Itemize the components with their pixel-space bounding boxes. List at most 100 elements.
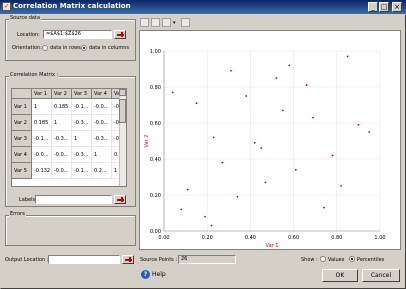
show-values-radio[interactable] <box>320 256 326 262</box>
matrix-cell[interactable]: -0.3... <box>92 131 112 147</box>
show-percentiles-label: Percentiles <box>357 257 385 263</box>
matrix-cell[interactable]: 0.185 <box>32 115 52 131</box>
location-input[interactable]: =$A$1:$Z$26 <box>43 30 112 39</box>
scatter-point <box>245 95 247 97</box>
matrix-cell[interactable]: -0.3... <box>72 115 92 131</box>
scatter-point <box>264 181 267 184</box>
matrix-cell[interactable]: -0.3... <box>72 147 92 163</box>
cancel-button[interactable]: Cancel <box>362 269 400 282</box>
help-button[interactable]: Help <box>152 271 166 278</box>
x-tick-label: 0.00 <box>158 235 169 241</box>
labels-picker-button[interactable] <box>114 195 126 204</box>
scatter-point <box>275 77 278 79</box>
scatter-point <box>281 109 284 112</box>
maximize-button[interactable]: □ <box>379 2 389 12</box>
scatter-point <box>195 102 198 105</box>
location-picker-button[interactable] <box>114 30 126 39</box>
matrix-row-header: Var 1 <box>12 99 32 115</box>
matrix-cell[interactable]: 1 <box>52 115 72 131</box>
close-button[interactable]: × <box>392 2 402 12</box>
scatter-point <box>340 185 343 187</box>
matrix-corner-header <box>12 89 32 99</box>
labels-input[interactable] <box>35 195 112 204</box>
matrix-cell[interactable]: -0.0... <box>92 115 112 131</box>
matrix-row-header: Var 2 <box>12 115 32 131</box>
x-tick-label: 0.40 <box>245 235 256 241</box>
x-tick-label: 0.60 <box>288 235 299 241</box>
matrix-cell[interactable]: -0.0... <box>52 147 72 163</box>
matrix-grid[interactable]: Var 1Var 2Var 3Var 4Var 5Var 110.185-0.1… <box>11 88 127 187</box>
scatter-point <box>305 84 308 87</box>
output-location-label: Output Location : <box>5 257 49 263</box>
scatter-plot-panel: 0.00 0.20 0.40 0.60 0.80 1.00 0.00 0.20 0.40 0.60… <box>139 30 401 250</box>
scatter-point <box>357 123 360 126</box>
scroll-up-arrow-icon[interactable] <box>119 89 126 96</box>
matrix-row-header: Var 4 <box>12 147 32 163</box>
edit-brush-icon[interactable] <box>162 18 171 27</box>
scatter-chart: 0.00 0.20 0.40 0.60 0.80 1.00 0.00 0.20 0.40 0.60… <box>144 49 386 249</box>
scatter-point <box>180 208 183 211</box>
matrix-cell[interactable]: -0.0... <box>32 147 52 163</box>
scatter-point <box>312 116 314 119</box>
scatter-point <box>322 206 325 209</box>
matrix-cell[interactable]: 0.185 <box>52 99 72 115</box>
ok-button[interactable]: OK <box>322 269 358 282</box>
y-tick-label: 0.60 <box>150 121 161 127</box>
scatter-point <box>210 224 213 227</box>
scatter-point <box>236 195 239 198</box>
source-points-label: Source Points : <box>140 257 178 263</box>
orientation-label: Orientation: <box>12 45 42 51</box>
scatter-point <box>288 64 291 67</box>
matrix-cell[interactable]: -0.1... <box>72 163 92 179</box>
scatter-point <box>221 161 224 164</box>
y-tick-label: 0.20 <box>150 193 161 199</box>
matrix-cell[interactable]: -0.1... <box>72 99 92 115</box>
dropdown-arrow-icon[interactable]: ▾ <box>173 20 176 26</box>
matrix-cell[interactable]: 1 <box>32 99 52 115</box>
show-values-label: Values <box>328 257 345 263</box>
scatter-point <box>260 147 263 150</box>
scatter-point <box>346 55 349 58</box>
print-icon[interactable] <box>151 18 160 27</box>
matrix-cell[interactable]: -0.3... <box>52 131 72 147</box>
matrix-column-header: Var 3 <box>72 89 92 99</box>
scatter-point <box>186 188 189 191</box>
output-location-picker-button[interactable] <box>122 255 134 264</box>
scatter-point <box>294 168 297 171</box>
source-points-value: 26 <box>178 255 236 264</box>
matrix-cell[interactable]: 1 <box>92 147 112 163</box>
matrix-row-header: Var 3 <box>12 131 32 147</box>
orientation-rows-radio[interactable] <box>42 45 48 51</box>
orientation-columns-radio[interactable] <box>81 45 87 51</box>
matrix-cell[interactable]: -0.0... <box>92 99 112 115</box>
orientation-rows-label: data in rows <box>50 45 81 51</box>
matrix-row-header: Var 5 <box>12 163 32 179</box>
matrix-cell[interactable]: -0.0... <box>52 163 72 179</box>
show-percentiles-radio[interactable] <box>349 256 355 262</box>
help-icon: ? <box>141 270 150 279</box>
matrix-column-header: Var 1 <box>32 89 52 99</box>
y-axis-label: Var 2 <box>144 135 150 148</box>
matrix-column-header: Var 2 <box>52 89 72 99</box>
x-tick-label: 0.80 <box>331 235 342 241</box>
copy-icon[interactable] <box>140 18 149 27</box>
scatter-point <box>368 131 371 133</box>
x-axis-label: Var 1 <box>266 243 279 249</box>
source-data-label: Source data <box>9 15 42 21</box>
scrollbar-thumb[interactable] <box>119 99 126 123</box>
matrix-cell[interactable]: 1 <box>72 131 92 147</box>
matrix-cell[interactable]: -0.1... <box>32 131 52 147</box>
matrix-group-label: Correlation Matrix : <box>9 72 60 78</box>
errors-label: Errors <box>9 211 26 217</box>
scatter-point <box>171 91 174 94</box>
zoom-icon[interactable] <box>181 18 190 27</box>
minimize-button[interactable]: _ <box>368 2 378 12</box>
x-tick-label: 0.20 <box>202 235 213 241</box>
scatter-point <box>253 141 256 144</box>
matrix-cell[interactable]: 0.2... <box>92 163 112 179</box>
scatter-point <box>230 69 232 72</box>
source-data-group <box>5 19 136 61</box>
matrix-cell[interactable]: -0.132 <box>32 163 52 179</box>
output-location-input[interactable] <box>48 255 120 264</box>
matrix-column-header: Var 4 <box>92 89 112 99</box>
